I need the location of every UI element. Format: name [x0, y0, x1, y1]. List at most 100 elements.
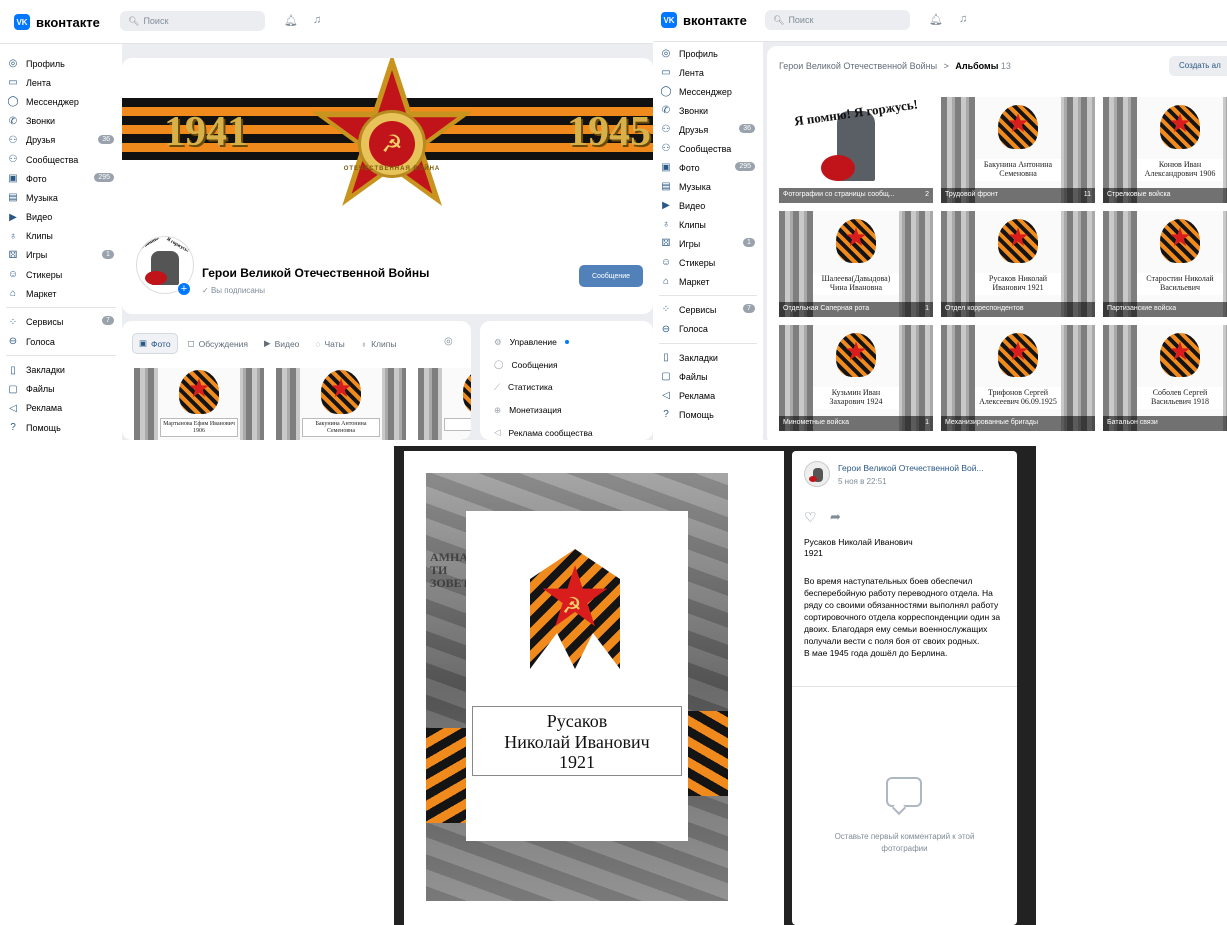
subscribed-status[interactable]: ✓ Вы подписаны: [202, 286, 265, 295]
sidebar-item-label: Сервисы: [26, 317, 64, 328]
ads-icon: ◁: [9, 402, 17, 414]
album-card[interactable]: ★ Конюв Иван Александрович 1906 Стрелковые…: [1103, 97, 1227, 203]
sidebar-item[interactable]: ⚇ Сообщества: [653, 139, 763, 158]
sidebar-item-label: Сообщества: [26, 154, 79, 165]
sidebar-item[interactable]: ▤ Музыка: [0, 188, 122, 207]
sidebar-item[interactable]: ◁ Реклама: [0, 399, 122, 418]
sidebar-item[interactable]: ⁘ Сервисы 7: [653, 300, 763, 320]
check-icon: ✓: [202, 286, 209, 295]
album-title-bar: Трудовой фронт 11: [941, 188, 1095, 203]
photo-thumbnail[interactable]: ★ Мартынова Ефим Иванович 1906: [134, 368, 264, 440]
search-input[interactable]: 🔍︎ Поиск: [120, 11, 265, 31]
manage-message[interactable]: ◯ Сообщения: [480, 354, 653, 377]
sidebar-item[interactable]: ▭ Лента: [0, 73, 122, 92]
sidebar-item[interactable]: ⚇ Друзья 36: [0, 131, 122, 150]
sidebar-item[interactable]: ☺ Стикеры: [653, 253, 763, 272]
search-placeholder: Поиск: [143, 16, 169, 26]
tab-video[interactable]: ▶ Видео: [258, 333, 305, 354]
poster-ribbon-right: [684, 711, 728, 796]
create-album-button[interactable]: Создать ал: [1169, 56, 1227, 76]
sidebar-item[interactable]: ⌂ Маркет: [653, 272, 763, 291]
sidebar-item[interactable]: ⊖ Голоса: [0, 332, 122, 352]
tab-discussions[interactable]: ◻ Обсуждения: [182, 333, 254, 354]
sidebar-item[interactable]: ▭ Лента: [653, 63, 763, 82]
sidebar-item[interactable]: ◎ Профиль: [653, 44, 763, 63]
tab-photo[interactable]: ▣ Фото: [132, 333, 178, 354]
sidebar-item[interactable]: ◎ Профиль: [0, 54, 122, 73]
sidebar-item[interactable]: ♁ Клипы: [0, 227, 122, 246]
manage-megaphone[interactable]: ◁ Реклама сообщества: [480, 421, 653, 440]
like-icon[interactable]: ♡: [804, 509, 817, 526]
sidebar-item[interactable]: ▯ Закладки: [653, 348, 763, 367]
avatar-add-icon[interactable]: +: [177, 282, 191, 296]
ribbon-star-icon: ★: [998, 219, 1038, 263]
bell-icon[interactable]: 🔔︎: [284, 14, 298, 27]
sidebar-item[interactable]: ▶ Видео: [0, 208, 122, 227]
sidebar-item[interactable]: ✆ Звонки: [0, 112, 122, 131]
sidebar-divider: [6, 355, 116, 357]
sidebar-item[interactable]: ▯ Закладки: [0, 360, 122, 379]
ribbon-star-icon: ★: [836, 333, 876, 377]
album-card[interactable]: ★ Трифонов Сергей Алексеевич 06.09.1925 Ме…: [941, 325, 1095, 431]
album-card[interactable]: ★ Старостин Николай Васильевич Партизански…: [1103, 211, 1227, 317]
notification-dot: [564, 340, 569, 345]
tab-chats[interactable]: ◌ Чаты: [309, 333, 350, 354]
sidebar-item[interactable]: ⚄ Игры 1: [653, 234, 763, 253]
album-card[interactable]: ★ Соболев Сергей Васильевич 1918 Батальон …: [1103, 325, 1227, 431]
sidebar-item-count: 7: [102, 316, 114, 326]
sidebar-item-count: 1: [743, 238, 755, 247]
sidebar-item[interactable]: ⊖ Голоса: [653, 320, 763, 340]
share-icon[interactable]: ➦: [830, 509, 841, 525]
album-card[interactable]: ★ Кузьмин Иван Захарович 1924 Минометные в…: [779, 325, 933, 431]
manage-money[interactable]: ⊕ Монетизация: [480, 399, 653, 422]
friends-icon: ⚇: [8, 134, 18, 146]
music-note-icon[interactable]: ♫: [313, 14, 321, 26]
sidebar-item[interactable]: ▢ Файлы: [653, 367, 763, 386]
music-note-icon[interactable]: ♫: [959, 13, 967, 25]
music-icon: ▤: [8, 192, 18, 204]
sidebar-item-label: Музыка: [679, 181, 711, 192]
sidebar-item[interactable]: ▶ Видео: [653, 196, 763, 215]
sidebar-item[interactable]: ▢ Файлы: [0, 380, 122, 399]
sidebar-item[interactable]: ◯ Мессенджер: [653, 82, 763, 101]
music-icon: ▤: [661, 181, 671, 192]
album-card[interactable]: ★ Шалеева(Давыдова) Чина Ивановна Отдельна…: [779, 211, 933, 317]
tab-clips[interactable]: ♁ Клипы: [355, 333, 403, 354]
sidebar-item[interactable]: ? Помощь: [653, 405, 763, 424]
search-input[interactable]: 🔍︎ Поиск: [765, 10, 910, 30]
sidebar-item[interactable]: ▣ Фото 295: [653, 158, 763, 177]
album-card[interactable]: Я помню! Я горжусь! Фотографии со страниц…: [779, 97, 933, 203]
vk-logo[interactable]: VK вконтакте: [14, 14, 100, 30]
group-link[interactable]: Герои Великой Отечественной Вой...: [838, 463, 984, 473]
album-card[interactable]: ★ Бакунина Антонина Семеновна Трудовой фро…: [941, 97, 1095, 203]
sidebar-item[interactable]: ▤ Музыка: [653, 177, 763, 196]
bookmarks-icon: ▯: [10, 364, 16, 376]
bell-icon[interactable]: 🔔︎: [929, 13, 943, 26]
sidebar-item[interactable]: ◯ Мессенджер: [0, 92, 122, 111]
sidebar-item[interactable]: ☺ Стикеры: [0, 265, 122, 284]
sidebar-item[interactable]: ⌂ Маркет: [0, 284, 122, 303]
photo-thumbnail[interactable]: ★ Бакунина Антонина Семеновна: [276, 368, 406, 440]
breadcrumb-group[interactable]: Герои Великой Отечественной Войны: [779, 61, 937, 71]
sidebar-item[interactable]: ⚄ Игры 1: [0, 246, 122, 265]
manage-gear[interactable]: ⚙ Управление: [480, 331, 653, 354]
poster-image[interactable]: АМНА-ТИ ЗОВЕТ ★ ☭ Русаков Николай Иванов…: [426, 473, 728, 901]
sidebar-item[interactable]: ⁘ Сервисы 7: [0, 312, 122, 332]
message-button[interactable]: Сообщение: [579, 265, 643, 287]
sidebar-item[interactable]: ◁ Реклама: [653, 386, 763, 405]
ribbon-star-icon: ★: [1160, 219, 1200, 263]
sidebar-item[interactable]: ♁ Клипы: [653, 215, 763, 234]
sidebar-item[interactable]: ⚇ Друзья 36: [653, 120, 763, 139]
vk-logo[interactable]: VK вконтакте: [661, 12, 747, 28]
photo-thumbnail[interactable]: ★Ива: [418, 368, 471, 440]
tabs-more-icon[interactable]: ◎: [444, 336, 453, 347]
manage-stats[interactable]: ⟋ Статистика: [480, 376, 653, 399]
album-cover-caption: Кузьмин Иван Захарович 1924: [813, 387, 899, 409]
sidebar-item[interactable]: ▣ Фото 295: [0, 169, 122, 188]
sidebar-item[interactable]: ✆ Звонки: [653, 101, 763, 120]
sidebar-item[interactable]: ? Помощь: [0, 418, 122, 437]
top-header: VK вконтакте 🔍︎ Поиск 🔔︎ ♫: [0, 0, 653, 44]
group-avatar[interactable]: [804, 461, 830, 487]
album-card[interactable]: ★ Русаков Николай Иванович 1921 Отдел корр…: [941, 211, 1095, 317]
sidebar-item[interactable]: ⚇ Сообщества: [0, 150, 122, 169]
